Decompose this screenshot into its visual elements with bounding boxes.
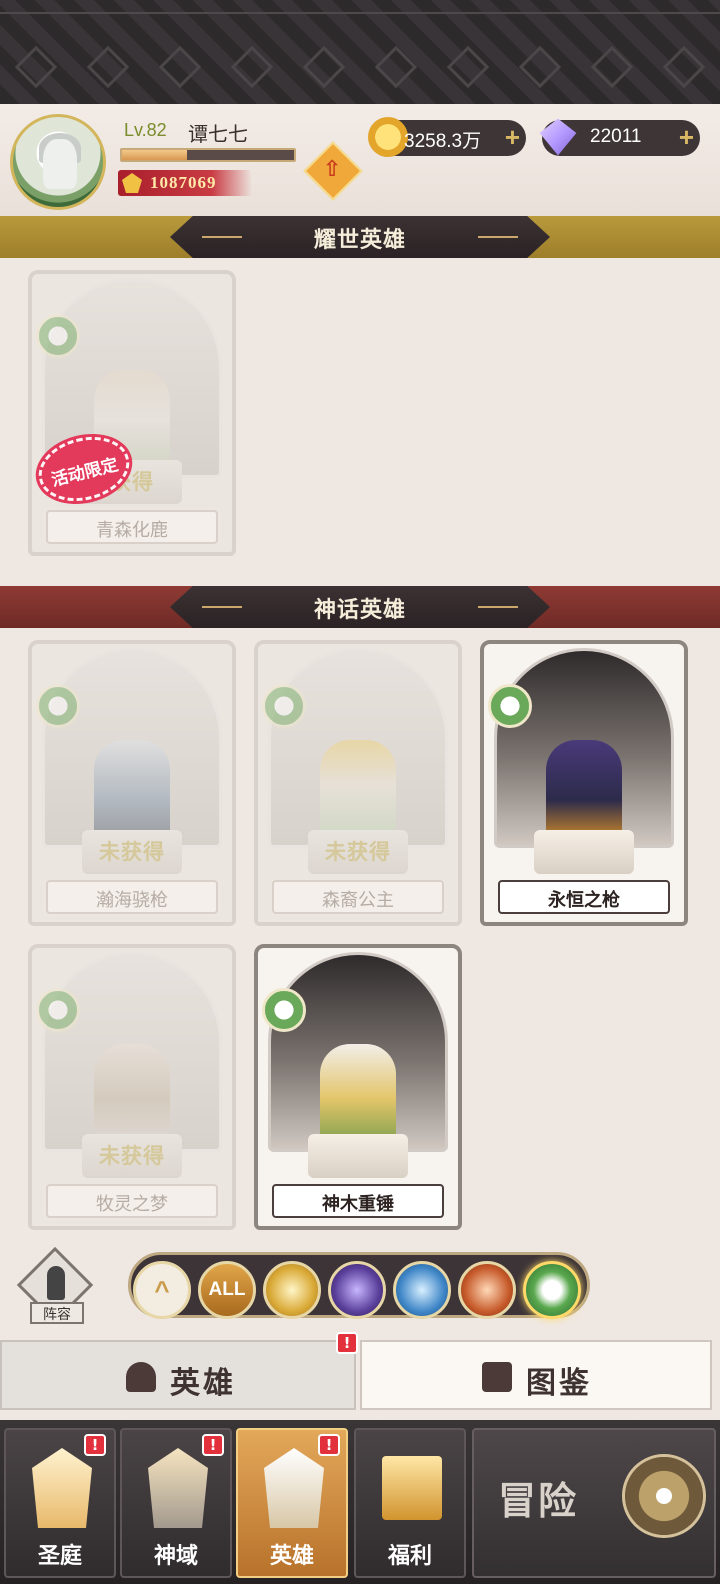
gold-amount: 3258.3万 [404, 131, 482, 152]
forest-faction-icon [36, 314, 80, 358]
tab-codex-label: 图鉴 [526, 1366, 592, 1401]
compass-icon [622, 1454, 706, 1538]
top-decoration [0, 0, 720, 104]
hero-name: 永恒之枪 [548, 890, 620, 911]
power-display: 1087069 [118, 170, 252, 196]
helmet-icon [126, 1362, 156, 1392]
nav-welfare-label: 福利 [387, 1544, 432, 1569]
heroes-tab-alert-badge: ! [336, 1332, 358, 1354]
hero-name: 瀚海骁枪 [96, 890, 168, 911]
section-title-glorious: 耀世英雄 [313, 228, 406, 253]
lineup-button[interactable]: 阵容 [16, 1246, 94, 1334]
diamond-currency: 22011 + [539, 118, 700, 156]
filter-light-icon[interactable] [263, 1261, 321, 1319]
hero-card-qingsen[interactable]: 获得 活动限定 青森化鹿 [28, 270, 236, 556]
gold-coin-icon [368, 117, 408, 157]
nav-divine-realm-label: 神域 [153, 1544, 198, 1569]
exp-bar-fill [122, 150, 188, 160]
filter-all-button[interactable]: ALL [198, 1261, 256, 1319]
rank-up-icon[interactable]: ⇧ [303, 141, 363, 201]
section-banner-mythic: 神话英雄 [0, 586, 720, 628]
lineup-label: 阵容 [30, 1302, 84, 1324]
diamond-icon [539, 118, 577, 156]
collapse-up-icon[interactable]: ^ [133, 1261, 191, 1319]
hero-card-hanhai[interactable]: 未获得 瀚海骁枪 [28, 640, 236, 926]
tab-heroes-label: 英雄 [170, 1366, 236, 1401]
add-diamond-button[interactable]: + [679, 123, 694, 151]
tab-codex[interactable]: 图鉴 [360, 1340, 712, 1410]
sanctuary-icon [32, 1448, 92, 1528]
player-level: Lv.82 [124, 120, 167, 140]
forest-faction-icon [488, 684, 532, 728]
hero-status: 未获得 [325, 840, 391, 864]
nav-welfare[interactable]: 福利 [354, 1428, 466, 1578]
hero-card-senyi[interactable]: 未获得 森裔公主 [254, 640, 462, 926]
tab-heroes[interactable]: 英雄 [0, 1340, 356, 1410]
hero-card-muling[interactable]: 未获得 牧灵之梦 [28, 944, 236, 1230]
hero-helmet-icon [264, 1448, 324, 1528]
nav-adventure[interactable]: 冒险 [472, 1428, 716, 1578]
filter-forest-icon[interactable] [523, 1261, 581, 1319]
filter-sword-icon[interactable] [393, 1261, 451, 1319]
hero-status: 未获得 [99, 840, 165, 864]
forest-faction-icon [262, 988, 306, 1032]
hero-pedestal [534, 830, 634, 874]
hero-name: 神木重锤 [322, 1194, 394, 1215]
hero-card-yongheng[interactable]: 永恒之枪 [480, 640, 688, 926]
player-name: 谭七七 [188, 122, 248, 146]
hero-status: 未获得 [99, 1144, 165, 1168]
hero-name: 牧灵之梦 [96, 1194, 168, 1215]
power-gem-icon [122, 173, 142, 193]
faction-filter-bar: ^ ALL [128, 1252, 590, 1319]
section-title-mythic: 神话英雄 [313, 598, 406, 623]
forest-faction-icon [36, 988, 80, 1032]
hero-sprite [546, 740, 622, 840]
section-banner-glorious: 耀世英雄 [0, 216, 720, 258]
forest-faction-icon [36, 684, 80, 728]
hero-sprite [320, 1044, 396, 1144]
sanctuary-alert-badge: ! [84, 1434, 106, 1456]
gold-currency: 3258.3万 + [368, 117, 526, 157]
bottom-navigation: 圣庭 ! 神域 ! 英雄 ! 福利 冒险 [0, 1420, 720, 1584]
hero-sprite [94, 1044, 170, 1144]
hero-pedestal [308, 1134, 408, 1178]
codex-book-icon [482, 1362, 512, 1392]
nav-heroes-label: 英雄 [269, 1544, 314, 1569]
divine-realm-icon [148, 1448, 208, 1528]
add-gold-button[interactable]: + [505, 123, 520, 151]
player-avatar[interactable] [10, 114, 106, 210]
nav-adventure-label: 冒险 [498, 1479, 579, 1523]
forest-faction-icon [262, 684, 306, 728]
hero-card-shenmu[interactable]: 神木重锤 [254, 944, 462, 1230]
heroes-alert-badge: ! [318, 1434, 340, 1456]
hero-sprite [94, 740, 170, 840]
hero-name: 森裔公主 [322, 890, 394, 911]
diamond-amount: 22011 [590, 126, 642, 147]
nav-sanctuary-label: 圣庭 [37, 1544, 82, 1569]
hero-name: 青森化鹿 [96, 520, 168, 541]
divine-realm-alert-badge: ! [202, 1434, 224, 1456]
filter-wolf-icon[interactable] [458, 1261, 516, 1319]
avatar-face [43, 139, 77, 189]
top-diamond-pattern [0, 44, 720, 90]
chess-pawn-icon [47, 1266, 65, 1300]
filter-dark-icon[interactable] [328, 1261, 386, 1319]
treasure-chest-icon [382, 1456, 442, 1520]
hero-sprite [320, 740, 396, 840]
player-header: Lv.82 谭七七 1087069 ⇧ 3258.3万 + 22011 + [0, 104, 720, 216]
exp-bar [120, 148, 296, 162]
power-value: 1087069 [150, 173, 217, 192]
